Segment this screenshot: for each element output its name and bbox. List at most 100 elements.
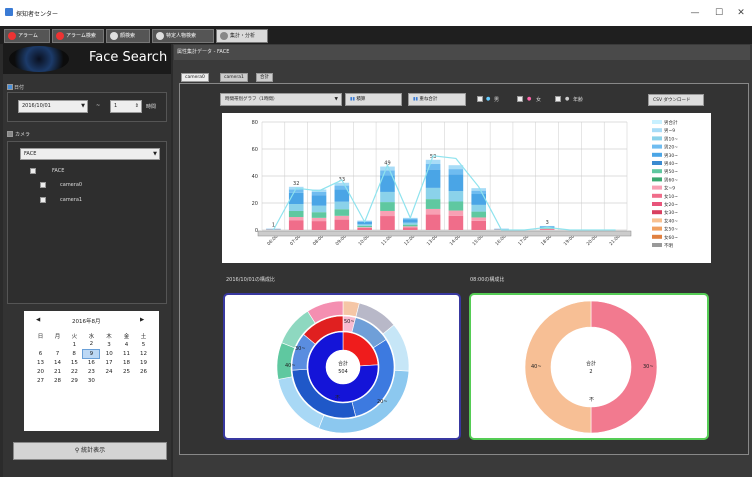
bar-segment bbox=[380, 216, 395, 230]
calendar-day[interactable]: 23 bbox=[83, 367, 100, 376]
bar-segment bbox=[334, 189, 350, 202]
calendar-day-selected[interactable]: 9 bbox=[82, 348, 101, 359]
calendar-day[interactable] bbox=[100, 376, 118, 385]
calendar-day[interactable]: 27 bbox=[32, 376, 49, 385]
weekday: 金 bbox=[123, 333, 130, 340]
show-stats-button[interactable]: ⚲ 統計表示 bbox=[13, 442, 167, 460]
calendar-day[interactable]: 12 bbox=[135, 349, 152, 358]
age-checkbox[interactable] bbox=[555, 96, 561, 102]
calendar-day[interactable]: 1 bbox=[66, 340, 83, 349]
tab-statistics[interactable]: 集計・分析 bbox=[216, 29, 268, 43]
legend-label: 男60~ bbox=[664, 177, 678, 183]
day-donut-title: 2016/10/01の構成比 bbox=[226, 277, 275, 283]
minimize-button[interactable]: — bbox=[688, 6, 702, 20]
legend-swatch bbox=[652, 120, 662, 124]
graph-type-select[interactable]: 時間帯別グラフ（1時間） ▼ bbox=[220, 93, 342, 106]
donut-center-value: 2 bbox=[589, 369, 592, 375]
calendar-day[interactable]: 25 bbox=[118, 367, 135, 376]
bar-segment bbox=[334, 209, 350, 216]
male-checkbox[interactable] bbox=[477, 96, 483, 102]
chevron-down-icon: ▼ bbox=[81, 103, 85, 109]
legend-label: 女30~ bbox=[664, 209, 678, 216]
calendar-day[interactable]: 5 bbox=[135, 340, 152, 349]
bar-segment bbox=[311, 217, 327, 222]
date-select[interactable]: 2016/10/01 ▼ bbox=[18, 100, 88, 113]
data-label: 32 bbox=[293, 181, 299, 187]
calendar-day[interactable]: 15 bbox=[66, 358, 83, 367]
calendar-day[interactable]: 14 bbox=[49, 358, 66, 367]
donut-center bbox=[326, 350, 360, 384]
day-donut-chart: 合計 504 50~ 40~ 30~ 20~ 不 bbox=[276, 300, 410, 434]
calendar-day[interactable]: 19 bbox=[135, 358, 152, 367]
hours-unit: 時間 bbox=[146, 104, 157, 110]
face-checkbox[interactable] bbox=[30, 168, 36, 174]
bar-segment bbox=[402, 227, 418, 230]
legend-label: 女50~ bbox=[664, 226, 678, 233]
title-bar: 探知者センター — ☐ ✕ bbox=[0, 0, 752, 26]
camera0-checkbox[interactable] bbox=[40, 182, 46, 188]
tab-face-search[interactable]: 顔検索 bbox=[106, 29, 150, 43]
chart-scrollbar bbox=[257, 230, 632, 237]
calendar-day[interactable] bbox=[49, 340, 66, 349]
calendar-day[interactable]: 24 bbox=[100, 367, 118, 376]
csv-download-button[interactable]: CSV ダウンロード bbox=[648, 94, 704, 106]
y-tick-label: 60 bbox=[252, 147, 258, 153]
calendar-day[interactable]: 29 bbox=[66, 376, 83, 385]
age-label: 年齢 bbox=[573, 97, 584, 103]
calendar-day[interactable]: 13 bbox=[32, 358, 49, 367]
calendar-day[interactable]: 22 bbox=[66, 367, 83, 376]
camera-group-select[interactable]: FACE ▼ bbox=[20, 148, 160, 160]
calendar-day[interactable]: 7 bbox=[49, 349, 66, 358]
tab-alarm-search[interactable]: アラーム検索 bbox=[52, 29, 104, 43]
maximize-button[interactable]: ☐ bbox=[712, 6, 726, 20]
chart-icon bbox=[220, 32, 228, 40]
bar-segment bbox=[471, 220, 487, 230]
calendar-day[interactable]: 2 bbox=[83, 340, 100, 349]
weekday: 月 bbox=[54, 333, 61, 340]
calendar-day[interactable] bbox=[135, 376, 152, 385]
legend-swatch bbox=[652, 193, 662, 198]
calendar-day[interactable]: 10 bbox=[100, 349, 118, 358]
calendar-day[interactable]: 20 bbox=[32, 367, 49, 376]
bar-segment bbox=[334, 182, 350, 186]
tab-alarm[interactable]: アラーム bbox=[4, 29, 50, 43]
calendar-day[interactable]: 4 bbox=[118, 340, 135, 349]
donut-center-label: 合計 bbox=[586, 360, 596, 367]
tab-camera0[interactable]: camera0 bbox=[181, 73, 209, 82]
logo-banner: Face Search bbox=[3, 44, 171, 74]
calendar-day[interactable]: 18 bbox=[118, 358, 135, 367]
bar-segment bbox=[311, 221, 327, 230]
donut-segment-label: 30~ bbox=[295, 346, 306, 352]
calendar-day[interactable]: 17 bbox=[100, 358, 118, 367]
next-month-button[interactable]: ▶ bbox=[140, 317, 144, 323]
donut-segment-label: 20~ bbox=[377, 399, 388, 405]
prev-month-button[interactable]: ◀ bbox=[36, 317, 40, 323]
calendar-day[interactable]: 28 bbox=[49, 376, 66, 385]
hours-select[interactable]: 1 ⇕ bbox=[110, 100, 142, 113]
bar-segment bbox=[311, 212, 327, 218]
calendar-day[interactable]: 21 bbox=[49, 367, 66, 376]
camera1-checkbox[interactable] bbox=[40, 197, 46, 203]
calendar-day[interactable]: 8 bbox=[66, 349, 83, 358]
calendar-day[interactable]: 11 bbox=[118, 349, 135, 358]
tab-camera1[interactable]: camera1 bbox=[220, 73, 248, 82]
female-checkbox[interactable] bbox=[517, 96, 523, 102]
donut-segment-label: 40~ bbox=[285, 363, 296, 369]
calendar-day[interactable] bbox=[118, 376, 135, 385]
calendar-day[interactable]: 6 bbox=[32, 349, 49, 358]
bar-segment bbox=[311, 205, 327, 213]
y-tick-label: 0 bbox=[255, 228, 258, 234]
tab-total[interactable]: 合計 bbox=[256, 73, 273, 82]
tab-person-search[interactable]: 特定人物検索 bbox=[152, 29, 214, 43]
legend-label: 男合計 bbox=[664, 119, 678, 126]
sum-button[interactable]: ▮▮ 重ね合計 bbox=[408, 93, 466, 106]
calendar-day[interactable]: 26 bbox=[135, 367, 152, 376]
stack-button[interactable]: ▮▮ 積算 bbox=[345, 93, 402, 106]
bar-segment bbox=[425, 214, 441, 230]
legend-label: 男50~ bbox=[664, 169, 678, 175]
close-button[interactable]: ✕ bbox=[734, 6, 748, 20]
calendar-day[interactable]: 3 bbox=[100, 340, 118, 349]
calendar-day[interactable]: 16 bbox=[83, 358, 100, 367]
calendar-day[interactable] bbox=[32, 340, 49, 349]
calendar-day[interactable]: 30 bbox=[83, 376, 100, 385]
